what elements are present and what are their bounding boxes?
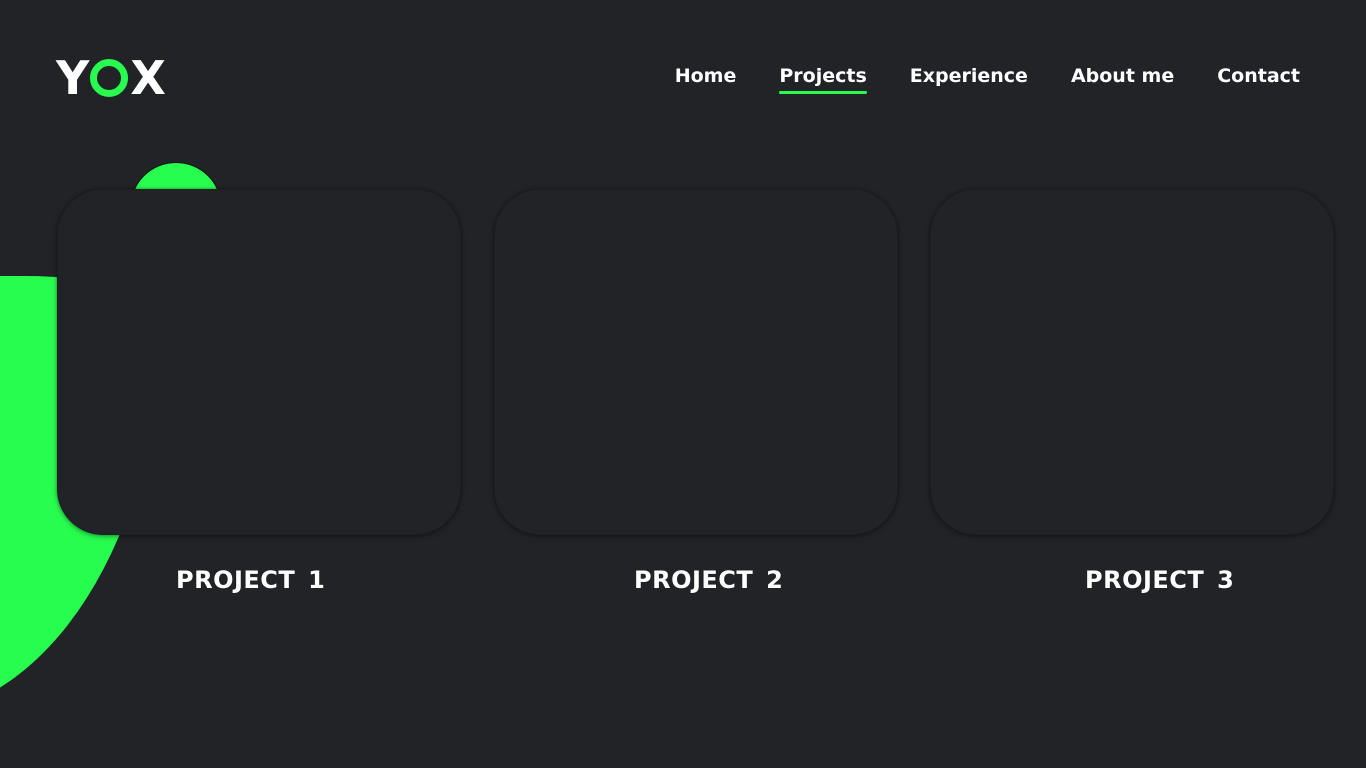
logo-letter-x: X <box>130 51 165 105</box>
project-card-3[interactable] <box>930 189 1334 535</box>
nav-home[interactable]: Home <box>675 64 737 88</box>
project-card-1[interactable] <box>57 189 461 535</box>
project-title-2[interactable]: PROJECT 2 <box>634 566 783 594</box>
nav-experience[interactable]: Experience <box>910 64 1028 88</box>
site-logo[interactable]: Y X <box>56 51 166 105</box>
logo-letter-y: Y <box>56 51 89 105</box>
nav-about-me[interactable]: About me <box>1071 64 1174 88</box>
project-card-2[interactable] <box>494 189 898 535</box>
project-title-1[interactable]: PROJECT 1 <box>176 566 325 594</box>
nav-contact[interactable]: Contact <box>1217 64 1300 88</box>
logo-ring-icon <box>90 59 129 97</box>
projects-page: Y X Home Projects Experience About me Co… <box>0 0 1366 768</box>
main-nav: Home Projects Experience About me Contac… <box>632 64 1300 94</box>
project-title-3[interactable]: PROJECT 3 <box>1085 566 1234 594</box>
nav-projects[interactable]: Projects <box>779 64 868 94</box>
